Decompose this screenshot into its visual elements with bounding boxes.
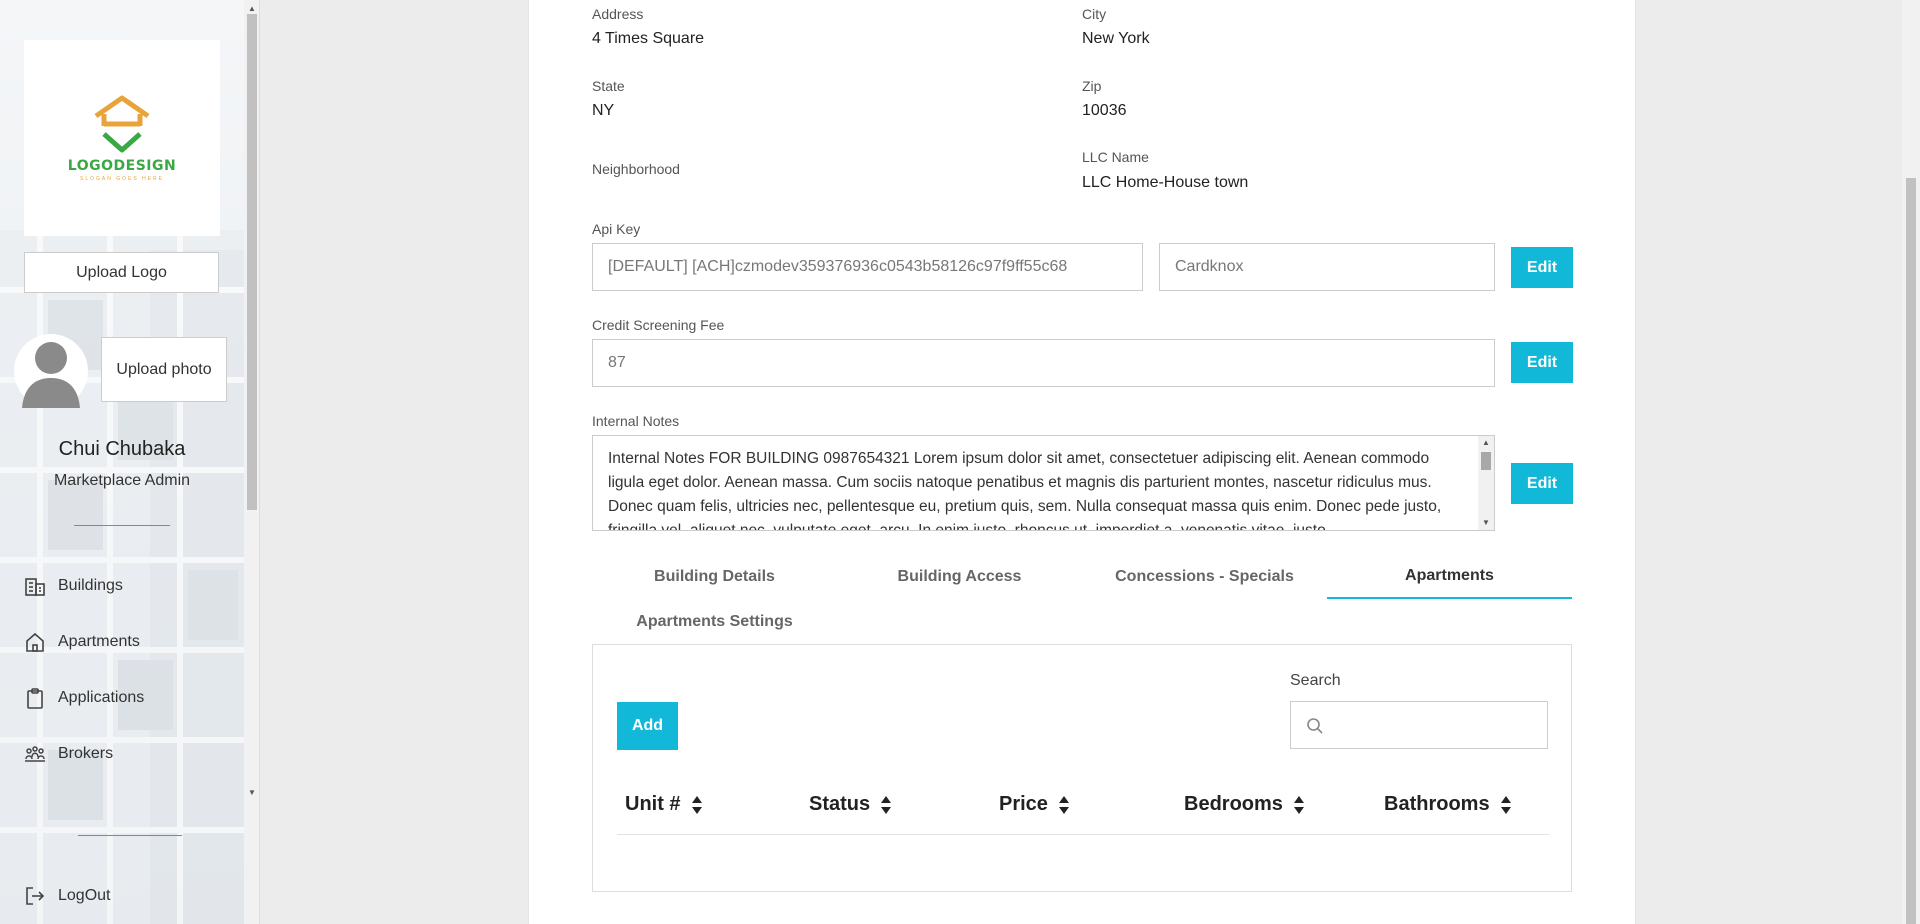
building-icon (25, 578, 45, 596)
sidebar-item-label: Brokers (58, 745, 114, 762)
tab-concessions-specials[interactable]: Concessions - Specials (1082, 555, 1327, 599)
scrollbar-thumb[interactable] (247, 14, 257, 510)
sidebar-item-brokers[interactable]: Brokers (24, 739, 113, 769)
column-header-label: Unit # (625, 793, 681, 815)
column-header-bedrooms[interactable]: Bedrooms (1184, 793, 1305, 816)
internal-notes-textarea[interactable]: Internal Notes FOR BUILDING 0987654321 L… (592, 435, 1495, 531)
search-icon (1307, 718, 1323, 734)
internal-notes-text: Internal Notes FOR BUILDING 0987654321 L… (608, 450, 1442, 531)
scrollbar-thumb[interactable] (1481, 452, 1491, 470)
payment-provider-field[interactable]: Cardknox (1159, 243, 1495, 291)
home-icon (26, 632, 44, 652)
tab-building-details[interactable]: Building Details (592, 555, 837, 599)
column-header-label: Status (809, 793, 871, 815)
avatar (14, 334, 88, 408)
sidebar-item-applications[interactable]: Applications (24, 683, 144, 713)
scrollbar-thumb[interactable] (1906, 178, 1916, 924)
tab-building-access[interactable]: Building Access (837, 555, 1082, 599)
table-header-divider (617, 834, 1549, 835)
llc-name-label: LLC Name (1082, 149, 1149, 165)
scroll-up-arrow-icon[interactable]: ▲ (1478, 436, 1494, 450)
column-header-label: Bedrooms (1184, 793, 1283, 815)
sidebar-item-buildings[interactable]: Buildings (24, 571, 123, 601)
column-header-unit[interactable]: Unit # (625, 793, 703, 816)
clipboard-icon (27, 688, 43, 709)
apartments-panel: Add Search Unit # Status Price Bedrooms … (592, 644, 1572, 892)
logout-icon (26, 887, 45, 905)
sidebar-item-apartments[interactable]: Apartments (24, 627, 140, 657)
logo-text: LOGODESIGN (67, 158, 177, 174)
edit-credit-fee-button[interactable]: Edit (1511, 342, 1573, 383)
scroll-down-arrow-icon[interactable]: ▼ (244, 786, 260, 800)
column-header-label: Price (999, 793, 1048, 815)
llc-name-value: LLC Home-House town (1082, 174, 1249, 191)
logout-button[interactable]: LogOut (24, 881, 110, 911)
credit-fee-label: Credit Screening Fee (592, 317, 725, 333)
city-value: New York (1082, 30, 1150, 47)
sidebar-item-label: Apartments (58, 633, 140, 650)
edit-api-key-button[interactable]: Edit (1511, 247, 1573, 288)
search-label: Search (1290, 672, 1341, 689)
state-label: State (592, 78, 625, 94)
sort-icon (1058, 795, 1069, 814)
column-header-bathrooms[interactable]: Bathrooms (1384, 793, 1512, 816)
zip-label: Zip (1082, 78, 1102, 94)
column-header-price[interactable]: Price (999, 793, 1070, 816)
sidebar-item-label: Buildings (58, 577, 123, 594)
sidebar: LOGODESIGN SLOGAN GOES HERE Upload Logo … (0, 0, 244, 924)
neighborhood-label: Neighborhood (592, 161, 680, 177)
column-header-status[interactable]: Status (809, 793, 892, 816)
sidebar-item-label: Applications (58, 689, 145, 706)
building-detail-card: Address 4 Times Square City New York Sta… (528, 0, 1636, 924)
edit-notes-button[interactable]: Edit (1511, 463, 1573, 504)
tab-apartments-settings[interactable]: Apartments Settings (592, 600, 837, 644)
api-key-field[interactable]: [DEFAULT] [ACH]czmodev359376936c0543b581… (592, 243, 1143, 291)
zip-value: 10036 (1082, 102, 1127, 119)
add-apartment-button[interactable]: Add (617, 702, 678, 750)
logout-label: LogOut (58, 887, 111, 904)
state-value: NY (592, 102, 615, 119)
people-icon (25, 746, 45, 762)
tab-apartments[interactable]: Apartments (1327, 555, 1572, 599)
sort-icon (691, 795, 702, 814)
company-logo: LOGODESIGN SLOGAN GOES HERE (24, 40, 220, 236)
sort-icon (1500, 795, 1511, 814)
city-label: City (1082, 6, 1107, 22)
internal-notes-label: Internal Notes (592, 413, 680, 429)
api-key-label: Api Key (592, 221, 641, 237)
notes-scrollbar[interactable]: ▲ ▼ (1478, 436, 1494, 530)
sort-icon (1293, 795, 1304, 814)
column-header-label: Bathrooms (1384, 793, 1490, 815)
page-scrollbar[interactable] (1902, 0, 1920, 924)
sidebar-divider (74, 525, 170, 526)
address-value: 4 Times Square (592, 30, 705, 47)
user-role: Marketplace Admin (53, 472, 191, 489)
logo-house-icon (94, 95, 150, 153)
scroll-down-arrow-icon[interactable]: ▼ (1478, 516, 1494, 530)
sidebar-divider (78, 835, 182, 836)
upload-logo-button[interactable]: Upload Logo (24, 252, 219, 293)
sort-icon (881, 795, 892, 814)
upload-photo-button[interactable]: Upload photo (101, 337, 227, 402)
user-name: Chui Chubaka (58, 438, 186, 460)
logo-slogan: SLOGAN GOES HERE (80, 176, 164, 182)
sidebar-scrollbar[interactable]: ▲ ▼ (244, 0, 260, 924)
search-input[interactable] (1290, 701, 1548, 749)
credit-fee-field[interactable]: 87 (592, 339, 1495, 387)
address-label: Address (592, 6, 644, 22)
